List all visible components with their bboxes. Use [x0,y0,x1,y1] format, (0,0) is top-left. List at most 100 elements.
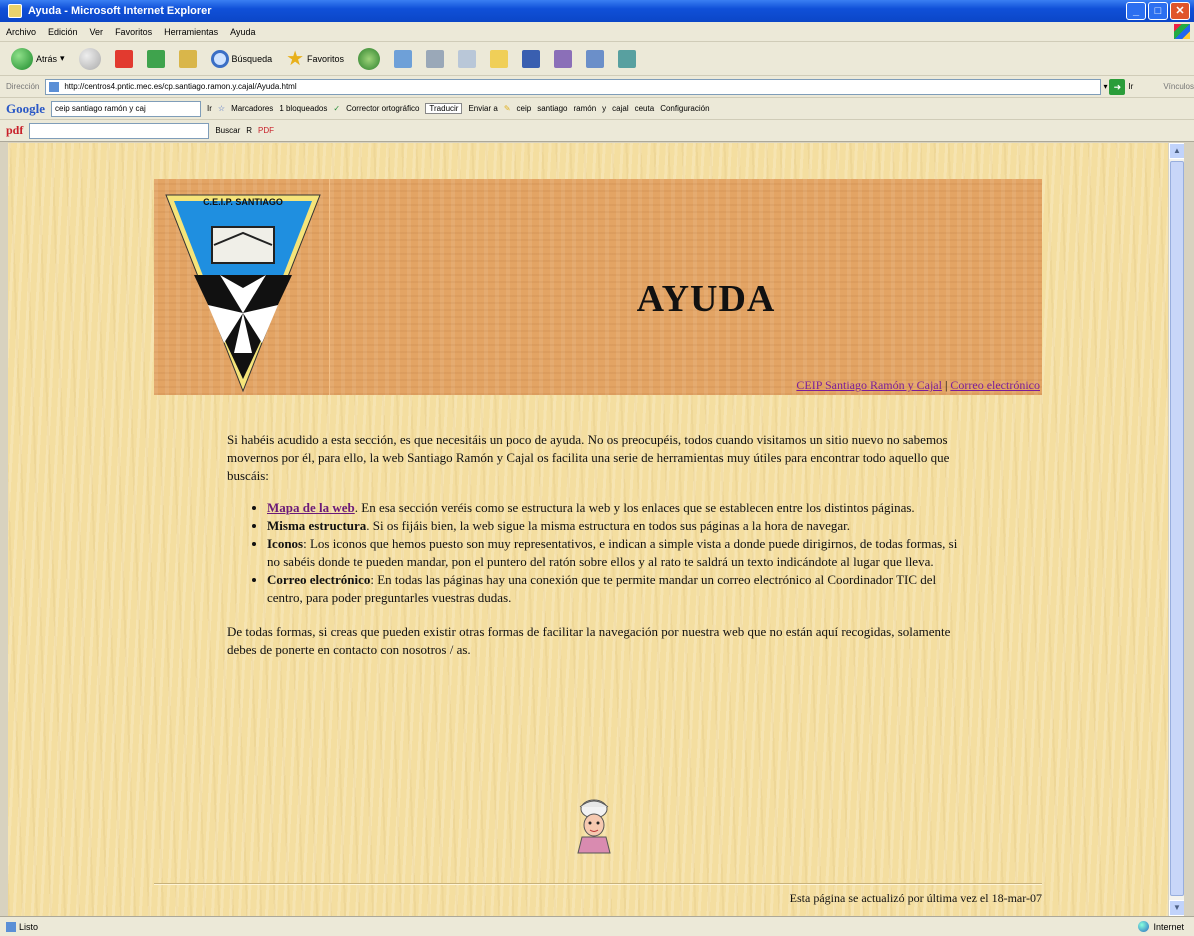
messenger-button[interactable] [583,46,607,72]
search-term-ceip[interactable]: ceip [517,104,532,113]
address-dropdown-icon[interactable]: ▾ [1103,82,1107,91]
site-map-link[interactable]: Mapa de la web [267,500,355,515]
list-item-text: . En esa sección veréis como se estructu… [354,500,915,515]
page-title: AYUDA [636,278,776,320]
pdf-search-input[interactable] [29,122,210,139]
star-icon: ★ [286,48,305,70]
word-button[interactable] [519,46,543,72]
google-search-value: ceip santiago ramón y caj [55,103,146,113]
home-button[interactable] [176,46,200,72]
menu-herramientas[interactable]: Herramientas [164,27,218,37]
windows-logo-icon [1174,24,1190,39]
discuss-button[interactable] [615,46,639,72]
bookmarks-star-icon: ☆ [217,104,226,113]
menu-edicion[interactable]: Edición [48,27,78,37]
email-link[interactable]: Correo electrónico [950,378,1040,392]
scroll-up-arrow-icon[interactable]: ▲ [1169,143,1184,159]
favorites-button[interactable]: ★ Favoritos [283,46,347,72]
globe-icon [1138,921,1150,932]
window-title: Ayuda - Microsoft Internet Explorer [28,5,212,17]
address-input[interactable]: http://centros4.pntic.mec.es/cp.santiago… [45,78,1102,95]
google-logo[interactable]: Google [6,101,45,117]
folder-button[interactable] [487,46,511,72]
outro-paragraph: De todas formas, si creas que pueden exi… [227,624,951,657]
back-arrow-icon [11,47,33,70]
list-item-term: Correo electrónico [267,572,371,587]
zone-label: Internet [1153,921,1184,932]
address-label: Dirección [6,82,40,91]
ie-app-icon [8,4,22,18]
address-url: http://centros4.pntic.mec.es/cp.santiago… [64,81,297,91]
google-bookmarks[interactable]: Marcadores [231,104,273,113]
menu-archivo[interactable]: Archivo [6,27,36,37]
pdf-search-button[interactable]: Buscar [215,126,240,135]
list-item: Mapa de la web. En esa sección veréis co… [267,499,972,517]
scroll-thumb[interactable] [1170,161,1184,896]
search-term-cajal[interactable]: cajal [612,104,628,113]
search-button[interactable]: Búsqueda [208,46,276,72]
mascot-girl-icon[interactable] [574,797,614,855]
research-button[interactable] [551,46,575,72]
maximize-button[interactable]: □ [1148,2,1168,20]
vertical-scrollbar[interactable]: ▲ ▼ [1168,143,1184,916]
settings-button[interactable]: Configuración [660,104,709,113]
last-updated-text: Esta página se actualizó por última vez … [789,891,1042,905]
scroll-down-arrow-icon[interactable]: ▼ [1169,900,1184,916]
window-titlebar: Ayuda - Microsoft Internet Explorer _ □ … [0,0,1194,22]
menu-ayuda[interactable]: Ayuda [230,27,255,37]
page-viewport: C.E.I.P. SANTIAGO AYUDA CEIP Santiago Ra… [8,143,1184,916]
search-icon [210,49,229,68]
page-banner: C.E.I.P. SANTIAGO AYUDA CEIP Santiago Ra… [154,179,1042,395]
link-separator: | [944,378,948,392]
go-label[interactable]: Ir [1128,82,1133,91]
search-term-y[interactable]: y [602,104,606,113]
status-bar: Listo Internet [0,916,1194,936]
forward-button[interactable] [76,46,104,72]
google-search-input[interactable]: ceip santiago ramón y caj [51,100,201,117]
send-to-button[interactable]: Enviar a [468,104,497,113]
minimize-button[interactable]: _ [1126,2,1146,20]
google-go-button[interactable]: Ir [207,104,212,113]
print-button[interactable] [423,46,447,72]
close-button[interactable]: ✕ [1170,2,1190,20]
spellcheck-icon: ✓ [333,104,341,113]
edit-icon [458,49,477,68]
search-term-ramon[interactable]: ramón [573,104,596,113]
list-item-term: Iconos [267,536,304,551]
translate-button[interactable]: Traducir [425,103,463,114]
refresh-icon [146,49,165,68]
go-arrow-icon[interactable]: ➜ [1109,78,1126,95]
list-item: Misma estructura. Si os fijáis bien, la … [267,517,972,535]
list-item-text: . Si os fijáis bien, la web sigue la mis… [366,518,851,533]
edit-button[interactable] [455,46,479,72]
list-item: Correo electrónico: En todas las páginas… [267,571,972,607]
pdf-r-button[interactable]: R [246,126,252,135]
favorites-label: Favoritos [307,53,345,64]
logo-cell: C.E.I.P. SANTIAGO [154,179,330,395]
pdf-logo[interactable]: pdf [6,123,23,138]
footer-divider [154,883,1042,885]
status-text: Listo [19,921,39,932]
help-list: Mapa de la web. En esa sección veréis co… [267,499,972,607]
search-term-ceuta[interactable]: ceuta [635,104,655,113]
school-link[interactable]: CEIP Santiago Ramón y Cajal [796,378,942,392]
history-button[interactable] [355,46,383,72]
forward-arrow-icon [78,47,101,70]
intro-paragraph: Si habéis acudido a esta sección, es que… [227,432,950,483]
menu-bar: Archivo Edición Ver Favoritos Herramient… [0,22,1194,42]
search-term-santiago[interactable]: santiago [537,104,567,113]
mail-button[interactable] [391,46,415,72]
stop-button[interactable] [112,46,136,72]
refresh-button[interactable] [144,46,168,72]
search-label: Búsqueda [231,53,273,64]
menu-favoritos[interactable]: Favoritos [115,27,152,37]
pdf-button[interactable]: PDF [258,126,274,135]
done-page-icon [6,921,16,932]
back-button[interactable]: Atrás ▾ [8,46,68,72]
popup-blocker[interactable]: 1 bloqueados [279,104,327,113]
discuss-icon [618,49,637,68]
spellcheck-button[interactable]: Corrector ortográfico [346,104,419,113]
links-label[interactable]: Vínculos [1163,82,1194,91]
highlight-icon: ✎ [503,104,511,113]
menu-ver[interactable]: Ver [90,27,104,37]
